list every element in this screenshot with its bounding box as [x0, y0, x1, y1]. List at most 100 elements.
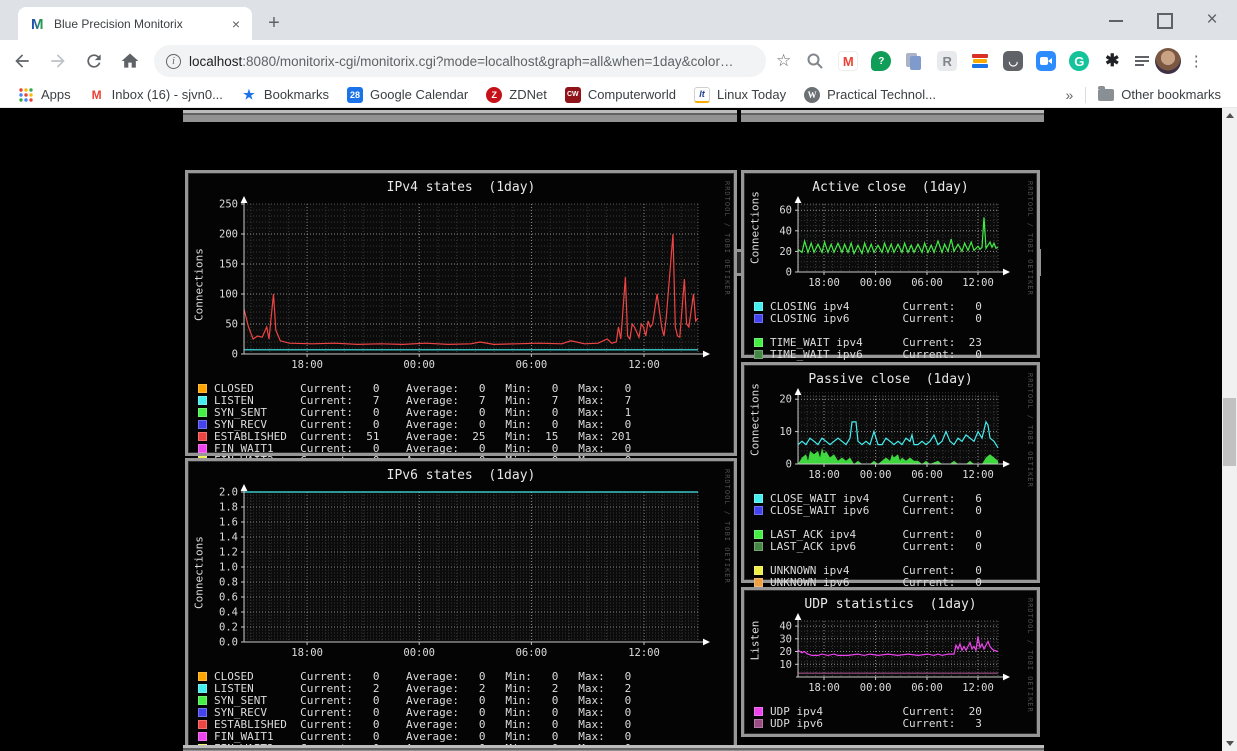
legend-swatch — [198, 407, 207, 417]
svg-text:0.6: 0.6 — [219, 592, 238, 604]
zoom-ext-icon[interactable] — [1036, 51, 1057, 71]
svg-text:0.8: 0.8 — [219, 577, 238, 589]
window-maximize-button[interactable] — [1153, 9, 1175, 31]
legend-swatch — [198, 443, 207, 453]
bookmark-star-icon[interactable]: ☆ — [776, 51, 791, 71]
legend-swatch — [198, 731, 207, 741]
svg-text:150: 150 — [219, 259, 238, 271]
pocket-ext-icon[interactable]: ◡ — [1003, 51, 1024, 71]
apps-shortcut[interactable]: Apps — [18, 87, 71, 103]
scroll-down-arrow[interactable] — [1222, 736, 1237, 751]
r-ext-icon[interactable]: R — [937, 51, 958, 71]
svg-text:0.2: 0.2 — [219, 622, 238, 634]
passive-close-legend: CLOSE_WAIT ipv4 Current: 6 CLOSE_WAIT ip… — [754, 492, 1037, 589]
bookmark-zdnet[interactable]: Z ZDNet — [486, 86, 547, 103]
folder-icon — [1098, 85, 1115, 101]
legend-label: CLOSE_WAIT ipv6 — [770, 503, 870, 517]
page-scrollbar[interactable] — [1222, 108, 1237, 751]
svg-text:0: 0 — [786, 459, 792, 471]
legend-swatch — [198, 431, 207, 441]
svg-text:06:00: 06:00 — [911, 469, 943, 481]
next-section-panel-edge — [183, 745, 1044, 751]
paw-ext-icon[interactable]: ✱ — [1102, 51, 1122, 71]
home-button[interactable] — [116, 47, 144, 75]
legend-row: CLOSED Current: 0 Average: 0 Min: 0 Max:… — [198, 670, 734, 683]
legend-swatch — [198, 683, 207, 693]
svg-text:06:00: 06:00 — [516, 359, 548, 371]
legend-swatch — [198, 695, 207, 705]
gmail-icon: M — [91, 87, 102, 102]
legend-row: UNKNOWN ipv4 Current: 0 — [754, 564, 1037, 577]
scroll-up-arrow[interactable] — [1222, 108, 1237, 123]
bookmark-linux-today[interactable]: lt Linux Today — [693, 86, 786, 103]
y-axis-label: Connections — [748, 191, 762, 264]
udp-legend: UDP ipv4 Current: 20 UDP ipv6 Current: 3 — [754, 705, 1037, 730]
bookmark-computerworld[interactable]: CW Computerworld — [564, 86, 676, 103]
search-ext-icon[interactable] — [805, 51, 825, 71]
window-close-button[interactable]: × — [1201, 9, 1223, 31]
close-tab-icon[interactable]: × — [228, 16, 244, 32]
bookmark-inbox[interactable]: M Inbox (16) - sjvn0... — [89, 87, 223, 103]
scrollbar-thumb[interactable] — [1223, 398, 1236, 466]
page-info-icon[interactable]: i — [166, 53, 181, 69]
legend-label: LAST_ACK ipv6 — [770, 539, 857, 553]
bookmark-google-calendar[interactable]: 28 Google Calendar — [346, 86, 468, 103]
books-stack-ext-icon[interactable] — [970, 51, 990, 71]
legend-swatch — [198, 719, 207, 729]
bookmark-practical-technology[interactable]: W Practical Technol... — [804, 86, 936, 103]
legend-row: LISTEN Current: 7 Average: 7 Min: 7 Max:… — [198, 394, 734, 407]
legend-swatch — [198, 395, 207, 405]
copy-pages-ext-icon[interactable] — [904, 51, 924, 71]
svg-text:18:00: 18:00 — [808, 277, 840, 289]
browser-tab[interactable]: M Blue Precision Monitorix × — [18, 7, 252, 40]
url-bar[interactable]: i localhost:8080/monitorix-cgi/monitorix… — [154, 45, 766, 77]
legend-swatch — [754, 313, 763, 323]
new-tab-button[interactable]: + — [262, 12, 286, 36]
url-path: :8080/monitorix-cgi/monitorix.cgi?mode=l… — [242, 53, 734, 69]
ipv4-states-panel: RRDTOOL / TOBI OETIKER Connections IPv4 … — [185, 170, 737, 467]
back-button[interactable] — [8, 47, 36, 75]
bookmark-label: ZDNet — [509, 87, 547, 102]
previous-section-panel-edge — [741, 110, 1044, 122]
legend-row: UDP ipv6 Current: 3 — [754, 716, 1037, 730]
svg-text:30: 30 — [779, 633, 792, 645]
svg-text:0: 0 — [786, 267, 792, 279]
grammarly-ext-icon[interactable]: G — [1069, 51, 1090, 71]
legend-label: UDP ipv6 — [770, 716, 823, 730]
browser-toolbar: i localhost:8080/monitorix-cgi/monitorix… — [0, 40, 1237, 82]
browser-menu-icon[interactable]: ⋮ — [1187, 52, 1205, 70]
wordpress-icon: W — [804, 86, 821, 103]
bookmark-label: Practical Technol... — [827, 87, 936, 102]
legend-label: CLOSING ipv6 — [770, 311, 850, 325]
window-minimize-button[interactable] — [1105, 9, 1127, 31]
reload-button[interactable] — [80, 47, 108, 75]
bookmark-bookmarks[interactable]: ★ Bookmarks — [241, 87, 329, 103]
svg-text:06:00: 06:00 — [911, 277, 943, 289]
svg-text:0.4: 0.4 — [219, 607, 238, 619]
other-bookmarks-folder[interactable]: Other bookmarks — [1098, 85, 1221, 102]
svg-text:18:00: 18:00 — [808, 469, 840, 481]
forward-button[interactable] — [44, 47, 72, 75]
bookmark-label: Other bookmarks — [1121, 87, 1221, 102]
svg-text:10: 10 — [779, 659, 792, 671]
active-close-legend: CLOSING ipv4 Current: 0 CLOSING ipv6 Cur… — [754, 300, 1037, 361]
svg-text:M: M — [31, 16, 44, 32]
legend-row: CLOSED Current: 0 Average: 0 Min: 0 Max:… — [198, 382, 734, 395]
legend-row: LAST_ACK ipv6 Current: 0 — [754, 539, 1037, 553]
svg-text:12:00: 12:00 — [962, 682, 994, 694]
bookmarks-overflow-chevron[interactable]: » — [1066, 87, 1074, 103]
svg-text:1.8: 1.8 — [219, 502, 238, 514]
legend-row: SYN_SENT Current: 0 Average: 0 Min: 0 Ma… — [198, 406, 734, 419]
bookmark-label: Computerworld — [587, 87, 676, 102]
playlist-ext-icon[interactable] — [1135, 51, 1155, 71]
legend-row: TIME_WAIT ipv6 Current: 0 — [754, 348, 1037, 361]
gmail-ext-icon[interactable]: M — [838, 51, 859, 71]
udp-statistics-panel: RRDTOOL / TOBI OETIKER Listen UDP statis… — [741, 587, 1040, 737]
voice-ext-icon[interactable]: ? — [871, 51, 892, 71]
legend-row: CLOSING ipv4 Current: 0 — [754, 300, 1037, 313]
rrdtool-watermark: RRDTOOL / TOBI OETIKER — [723, 469, 731, 584]
profile-avatar[interactable] — [1155, 48, 1182, 74]
legend-row: SYN_RECV Current: 0 Average: 0 Min: 0 Ma… — [198, 706, 734, 719]
svg-text:1.6: 1.6 — [219, 517, 238, 529]
ipv6-legend: CLOSED Current: 0 Average: 0 Min: 0 Max:… — [198, 670, 734, 751]
